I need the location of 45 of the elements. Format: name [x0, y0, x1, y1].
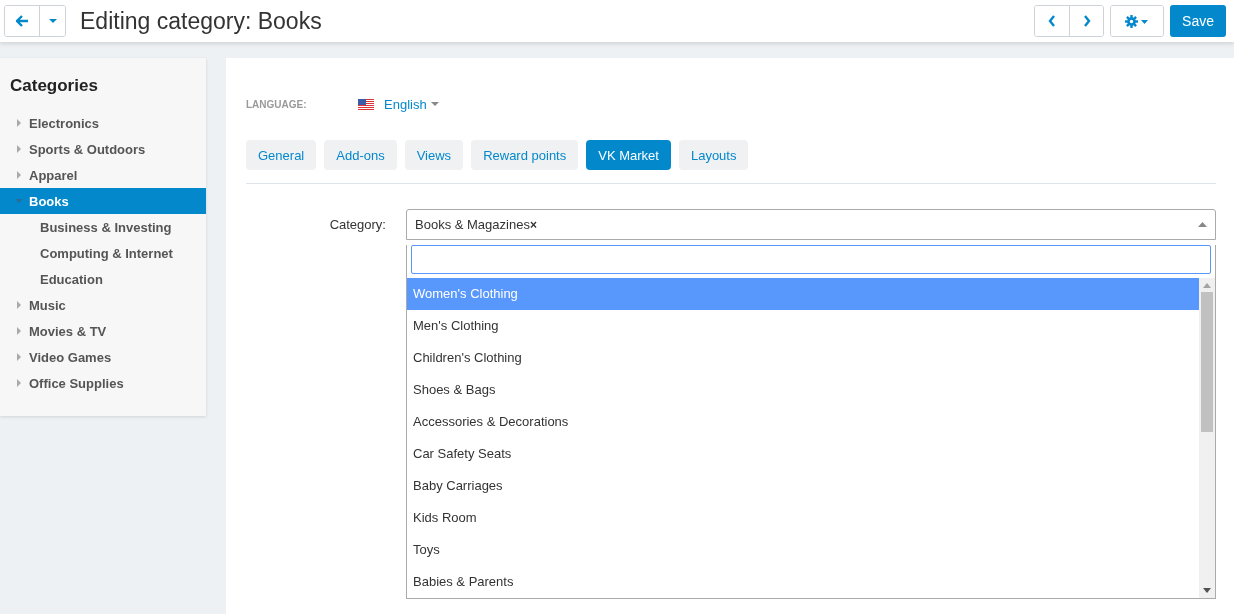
settings-icon	[1125, 14, 1150, 28]
save-button[interactable]: Save	[1170, 5, 1226, 37]
caret-icon	[1198, 222, 1207, 227]
language-link[interactable]: English	[358, 96, 439, 112]
page-title: Editing category: Books	[80, 7, 323, 35]
chevron-right-icon	[1082, 15, 1091, 27]
caret-icon	[15, 327, 23, 335]
search-field[interactable]	[411, 245, 1211, 274]
category-label: Category:	[328, 216, 387, 234]
caret-icon	[15, 301, 23, 309]
caret-icon	[15, 145, 23, 153]
next-button[interactable]	[1069, 6, 1104, 36]
tab[interactable]: General	[246, 140, 317, 170]
tab[interactable]: VK Market	[586, 140, 671, 170]
language-label: LANGUAGE:	[246, 98, 308, 110]
category-item[interactable]: Movies & TV	[0, 318, 206, 344]
caret-icon	[15, 197, 23, 205]
category-item[interactable]: Video Games	[0, 344, 206, 370]
dropdown-button[interactable]	[39, 6, 65, 36]
caret-icon	[48, 18, 57, 24]
caret-icon	[15, 171, 23, 179]
category-item[interactable]: Sports & Outdoors	[0, 136, 206, 162]
tab[interactable]: Layouts	[678, 140, 749, 170]
sidebar-title: Categories	[9, 76, 99, 97]
subcategory-item[interactable]: Business & Investing	[0, 214, 206, 240]
tab[interactable]: Reward points	[471, 140, 579, 170]
subcategory-item[interactable]: Computing & Internet	[0, 240, 206, 266]
caret-icon	[430, 101, 439, 107]
tab[interactable]: Add-ons	[324, 140, 397, 170]
category-item[interactable]: Music	[0, 292, 206, 318]
clear-icon[interactable]: ×	[529, 218, 537, 232]
tab[interactable]: Views	[404, 140, 464, 170]
arrow-left-icon	[15, 15, 29, 27]
settings-button[interactable]	[1111, 6, 1164, 36]
category-item[interactable]: Electronics	[0, 110, 206, 136]
caret-icon	[15, 353, 23, 361]
flag-icon	[358, 98, 374, 110]
subcategory-item[interactable]: Education	[0, 266, 206, 292]
caret-icon	[15, 379, 23, 387]
category-item[interactable]: Apparel	[0, 162, 206, 188]
chevron-left-icon	[1048, 15, 1057, 27]
category-item[interactable]: Office Supplies	[0, 370, 206, 396]
category-item[interactable]: Books	[0, 188, 206, 214]
category-select[interactable]: Books & Magazines×	[406, 209, 1216, 240]
caret-icon	[15, 119, 23, 127]
